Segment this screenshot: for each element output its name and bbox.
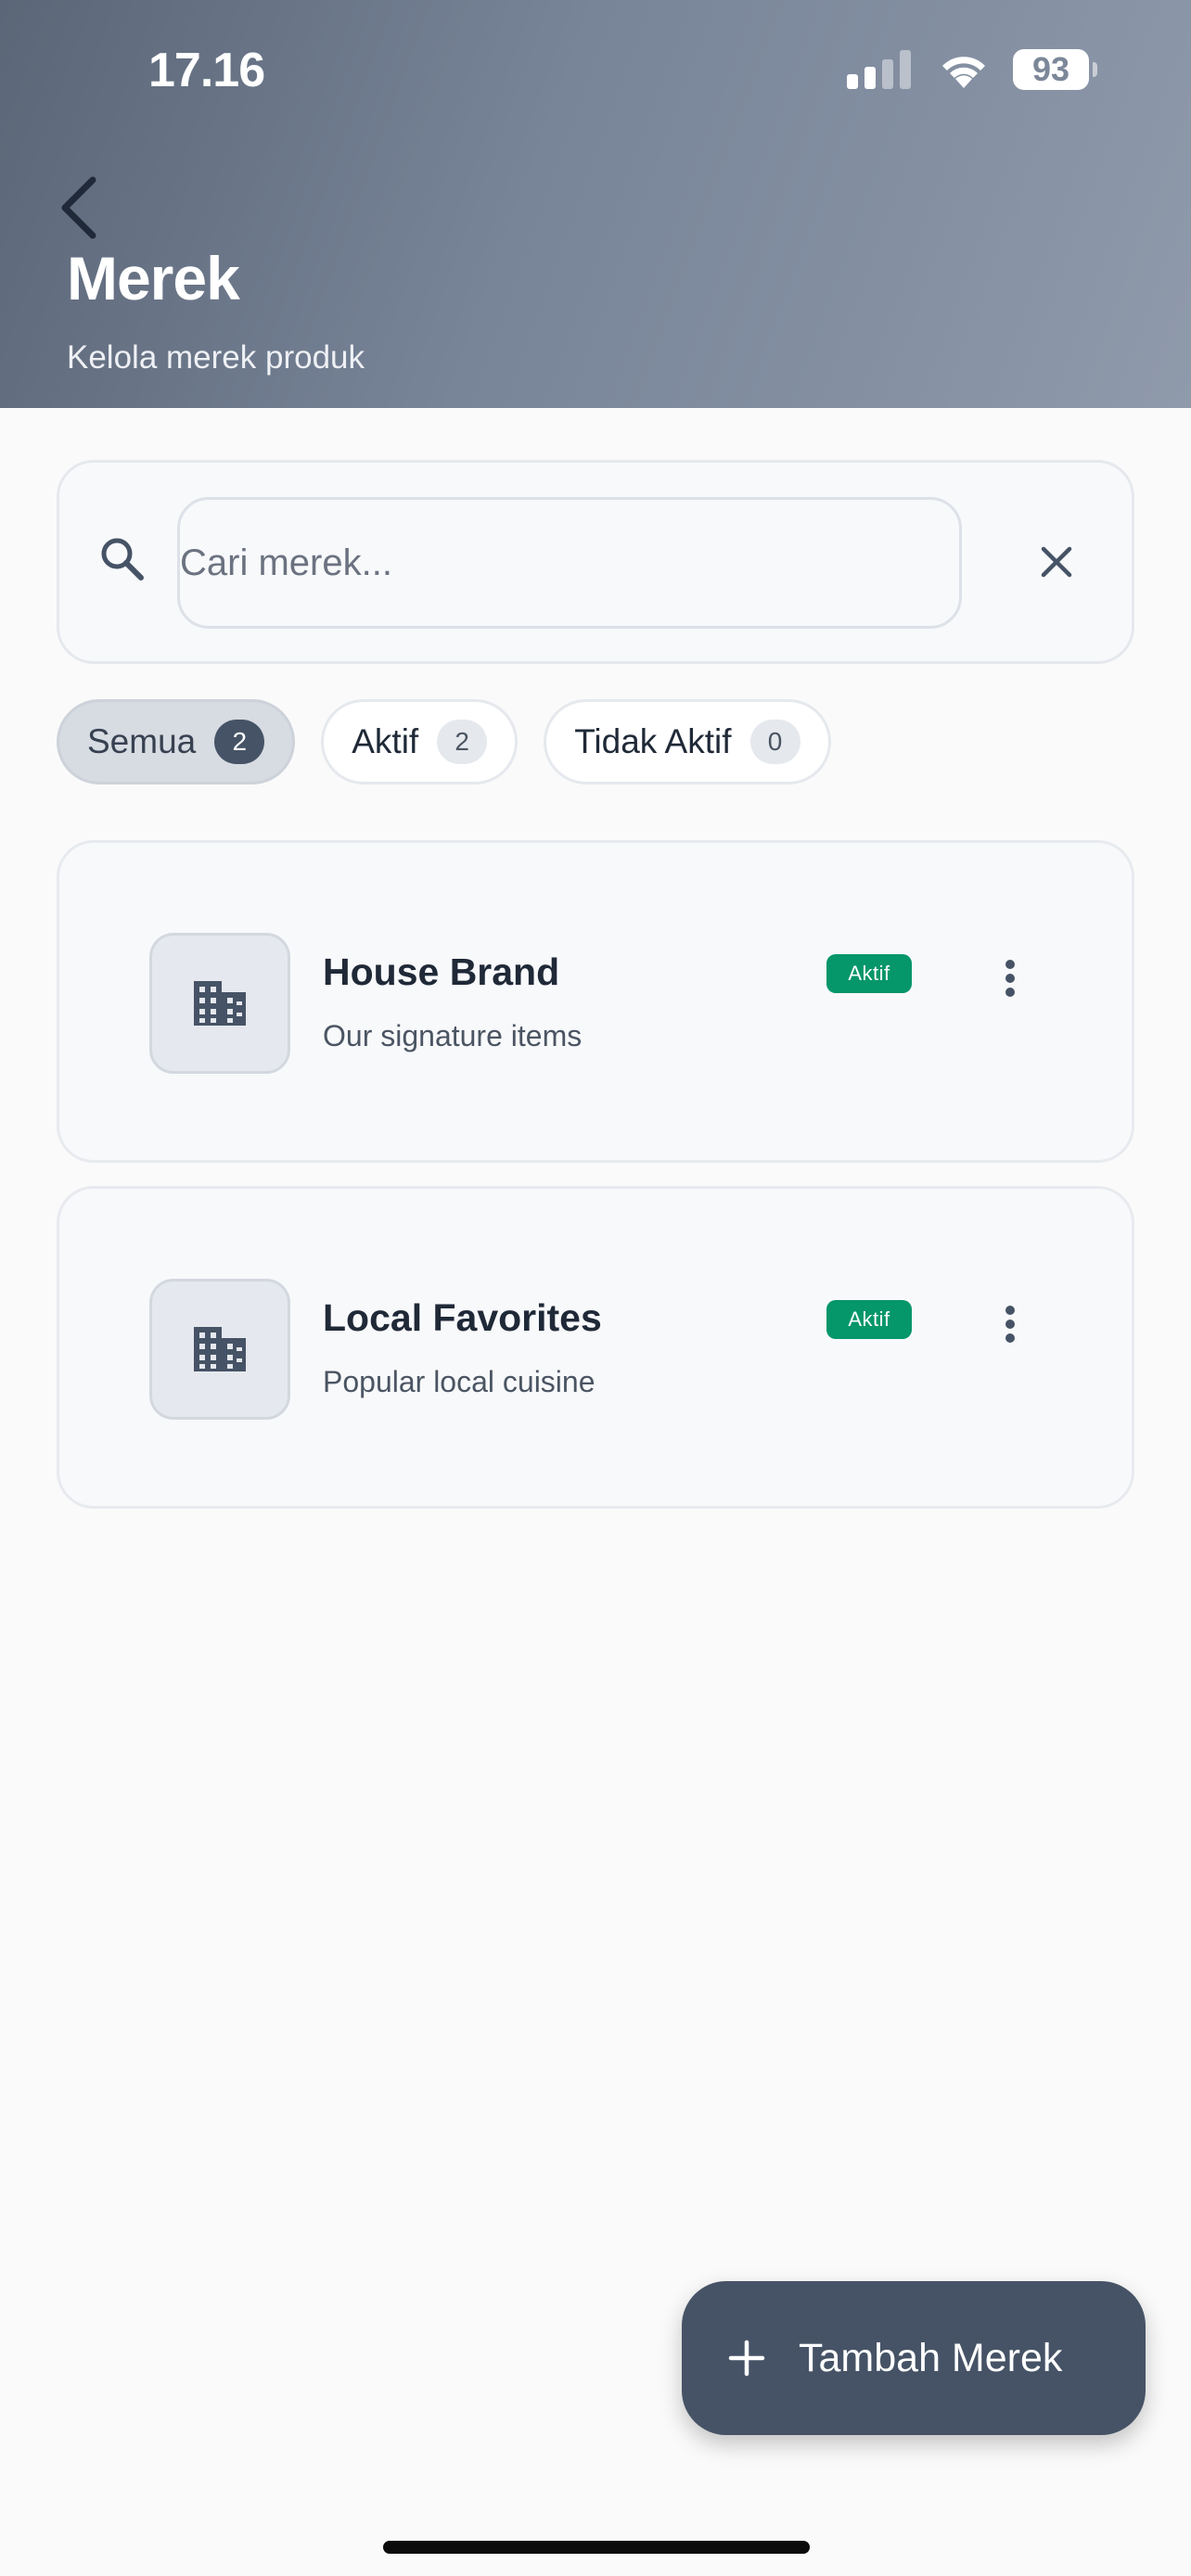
filter-chip-count: 2: [214, 720, 265, 764]
filter-chip-label: Tidak Aktif: [574, 722, 732, 760]
add-brand-button[interactable]: Tambah Merek: [682, 2281, 1146, 2435]
brand-description: Our signature items: [323, 1019, 583, 1052]
more-vertical-icon: [1005, 1306, 1015, 1343]
wifi-icon: [942, 57, 985, 88]
plus-icon: [728, 2340, 765, 2377]
brand-card[interactable]: House Brand Our signature items Aktif: [57, 840, 1134, 1163]
brand-description: Popular local cuisine: [323, 1365, 596, 1398]
status-time: 17.16: [148, 44, 265, 97]
page-subtitle: Kelola merek produk: [67, 339, 365, 376]
filter-chips: Semua 2 Aktif 2 Tidak Aktif 0: [57, 699, 831, 784]
back-button[interactable]: [52, 172, 104, 243]
filter-chip-aktif[interactable]: Aktif 2: [321, 699, 519, 784]
add-brand-label: Tambah Merek: [799, 2335, 1063, 2380]
clear-search-button[interactable]: [1033, 539, 1080, 585]
close-icon: [1041, 546, 1072, 578]
brand-name: House Brand: [323, 950, 560, 993]
filter-chip-semua[interactable]: Semua 2: [57, 699, 296, 784]
app-header: 17.16 93 Merek Kelola merek produk: [0, 0, 1191, 408]
status-icons: 93: [847, 46, 1097, 93]
search-icon: [101, 538, 144, 580]
more-options-button[interactable]: [987, 1296, 1033, 1352]
building-icon: [194, 1327, 246, 1371]
chevron-left-icon: [61, 176, 96, 239]
filter-chip-count: 2: [437, 720, 488, 764]
page-title: Merek: [67, 244, 240, 312]
filter-chip-count: 0: [749, 720, 800, 764]
filter-chip-label: Semua: [87, 722, 197, 760]
status-badge: Aktif: [826, 1300, 912, 1339]
status-badge: Aktif: [826, 954, 912, 993]
search-input[interactable]: [177, 497, 962, 629]
search-card: [57, 460, 1134, 664]
more-vertical-icon: [1005, 960, 1015, 997]
more-options-button[interactable]: [987, 950, 1033, 1006]
building-icon: [194, 981, 246, 1026]
brand-card[interactable]: Local Favorites Popular local cuisine Ak…: [57, 1186, 1134, 1509]
cellular-signal-icon: [847, 50, 911, 89]
brand-name: Local Favorites: [323, 1296, 602, 1339]
filter-chip-tidak-aktif[interactable]: Tidak Aktif 0: [544, 699, 831, 784]
battery-icon: 93: [1013, 49, 1097, 90]
brand-avatar: [149, 1279, 290, 1420]
filter-chip-label: Aktif: [352, 722, 419, 760]
home-indicator[interactable]: [383, 2541, 810, 2554]
brand-avatar: [149, 933, 290, 1074]
